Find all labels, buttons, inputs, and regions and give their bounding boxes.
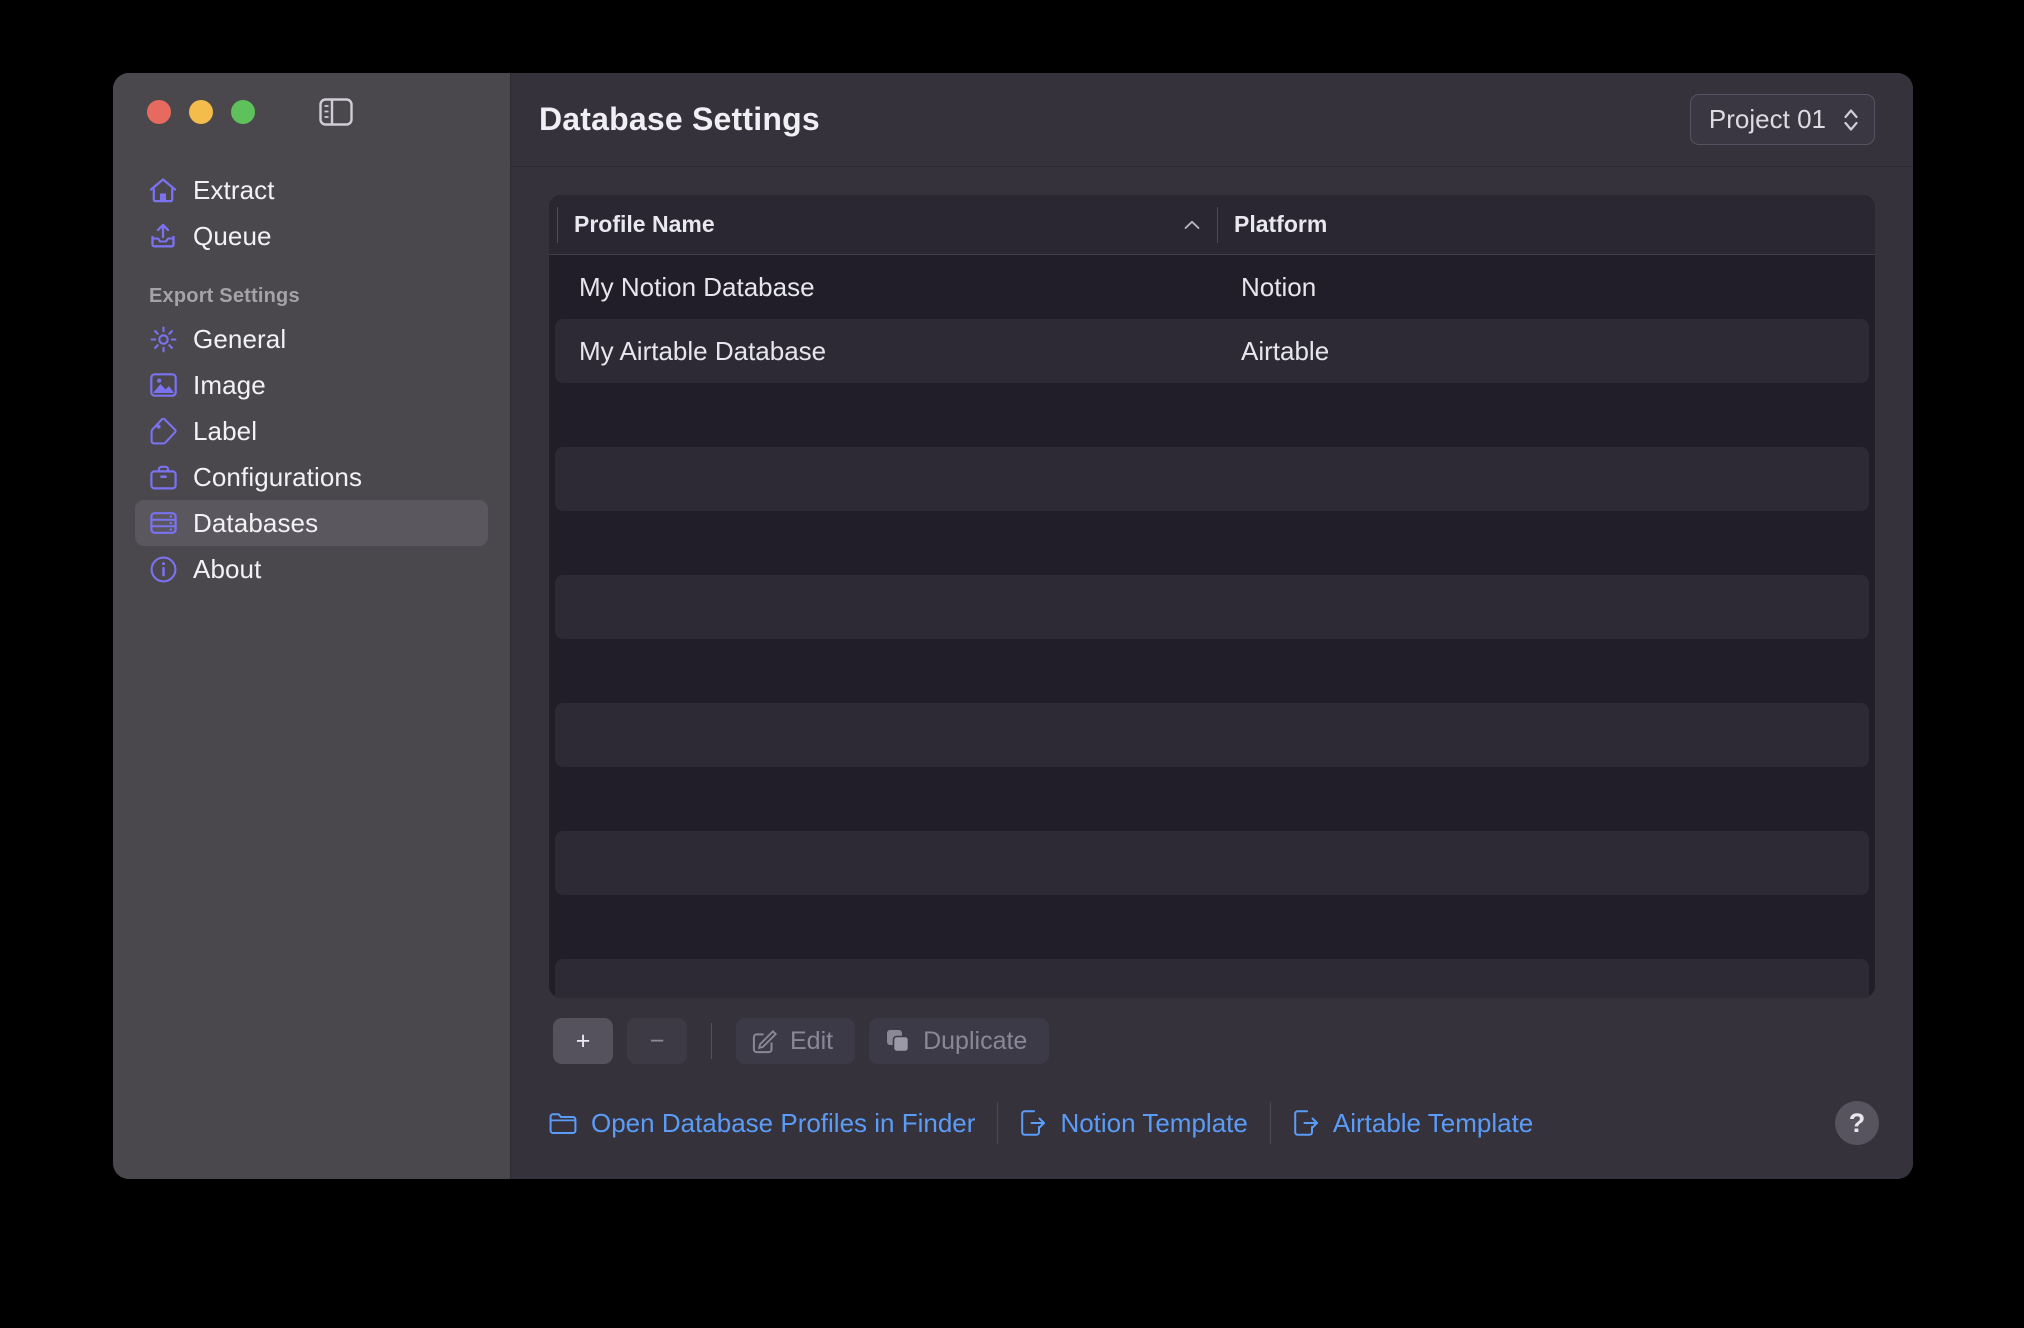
footer-divider [997, 1102, 999, 1144]
image-icon [149, 371, 177, 399]
footer-link-label: Notion Template [1060, 1107, 1248, 1138]
sidebar-item-label: Label [193, 415, 258, 446]
app-window: Extract Queue Export Settings General Im… [113, 73, 1913, 1179]
add-profile-button[interactable]: + [553, 1018, 613, 1064]
gear-icon [149, 325, 177, 353]
duplicate-button-label: Duplicate [923, 1026, 1028, 1055]
main-panel: Database Settings Project 01 Profile Nam… [511, 73, 1913, 1179]
column-header-profile-name[interactable]: Profile Name [557, 206, 1217, 243]
sidebar-nav: Extract Queue Export Settings General Im… [113, 151, 510, 592]
table-row[interactable]: My Airtable Database Airtable [555, 319, 1869, 383]
tag-icon [149, 417, 177, 445]
database-icon [149, 509, 177, 537]
content-area: Profile Name Platform My Notion Database [511, 167, 1913, 1067]
project-picker-value: Project 01 [1708, 104, 1826, 134]
table-row-empty [555, 959, 1869, 998]
folder-icon [549, 1111, 577, 1135]
table-row[interactable]: My Notion Database Notion [555, 255, 1869, 319]
database-profiles-table: Profile Name Platform My Notion Database [549, 195, 1875, 998]
close-button[interactable] [147, 100, 171, 124]
table-body[interactable]: My Notion Database Notion My Airtable Da… [549, 255, 1875, 998]
table-row-empty [555, 639, 1869, 703]
column-header-label: Profile Name [574, 211, 715, 237]
cell-profile-name: My Airtable Database [579, 335, 827, 366]
upload-tray-icon [149, 222, 177, 250]
table-row-empty [555, 767, 1869, 831]
footer-link-label: Airtable Template [1332, 1107, 1534, 1138]
sidebar-item-general[interactable]: General [135, 316, 488, 362]
zoom-button[interactable] [231, 100, 255, 124]
export-doc-icon [1293, 1109, 1319, 1137]
sidebar: Extract Queue Export Settings General Im… [113, 73, 511, 1179]
sidebar-item-label: Configurations [193, 461, 363, 492]
toolbar-divider [711, 1023, 712, 1059]
sidebar-item-queue[interactable]: Queue [135, 213, 488, 259]
sidebar-item-configurations[interactable]: Configurations [135, 454, 488, 500]
footer: Open Database Profiles in Finder Notion … [511, 1067, 1913, 1179]
sidebar-toggle-icon[interactable] [319, 98, 353, 126]
cell-platform: Notion [1241, 271, 1317, 302]
minimize-button[interactable] [189, 100, 213, 124]
project-picker[interactable]: Project 01 [1689, 94, 1875, 145]
table-row-empty [555, 831, 1869, 895]
edit-button-label: Edit [790, 1026, 834, 1055]
table-toolbar: + − Edit Duplicate [549, 998, 1875, 1064]
column-header-label: Platform [1234, 211, 1328, 237]
duplicate-button[interactable]: Duplicate [869, 1018, 1050, 1064]
sidebar-section-title: Export Settings [149, 285, 300, 307]
copy-icon [885, 1028, 911, 1054]
remove-profile-button[interactable]: − [627, 1018, 687, 1064]
help-button[interactable]: ? [1835, 1101, 1879, 1145]
sidebar-item-label: Extract [193, 174, 275, 205]
main-header: Database Settings Project 01 [511, 73, 1913, 167]
briefcase-icon [149, 463, 177, 491]
sidebar-item-databases[interactable]: Databases [135, 500, 488, 546]
chevron-up-down-icon [1842, 106, 1860, 134]
sidebar-item-label: General [193, 323, 287, 354]
sidebar-item-extract[interactable]: Extract [135, 167, 488, 213]
cell-profile-name: My Notion Database [579, 271, 815, 302]
notion-template-link[interactable]: Notion Template [1020, 1107, 1248, 1139]
table-row-empty [555, 703, 1869, 767]
footer-link-label: Open Database Profiles in Finder [591, 1107, 976, 1138]
minus-icon: − [649, 1026, 665, 1055]
sidebar-item-image[interactable]: Image [135, 362, 488, 408]
column-header-platform[interactable]: Platform [1217, 206, 1875, 243]
table-row-empty [555, 447, 1869, 511]
sidebar-item-label: About [193, 553, 262, 584]
sidebar-item-label: Image [193, 369, 266, 400]
airtable-template-link[interactable]: Airtable Template [1293, 1108, 1533, 1139]
sidebar-item-label: Queue [193, 220, 272, 251]
cell-platform: Airtable [1241, 335, 1330, 366]
table-row-empty [555, 575, 1869, 639]
pencil-square-icon [752, 1028, 778, 1054]
table-row-empty [555, 895, 1869, 959]
window-titlebar [113, 73, 510, 151]
help-button-label: ? [1848, 1107, 1866, 1138]
page-title: Database Settings [539, 101, 820, 137]
chevron-up-icon [1183, 219, 1201, 231]
open-database-profiles-in-finder-link[interactable]: Open Database Profiles in Finder [549, 1108, 975, 1139]
edit-button[interactable]: Edit [736, 1018, 856, 1064]
sidebar-item-label: Databases [193, 507, 319, 538]
info-circle-icon [149, 555, 177, 583]
sidebar-item-about[interactable]: About [135, 546, 488, 592]
table-row-empty [555, 511, 1869, 575]
export-doc-icon [1020, 1109, 1046, 1137]
table-header-row: Profile Name Platform [549, 195, 1875, 255]
sidebar-item-label[interactable]: Label [135, 408, 488, 454]
footer-divider [1269, 1102, 1271, 1144]
plus-icon: + [575, 1026, 591, 1055]
house-icon [149, 176, 177, 204]
table-row-empty [555, 383, 1869, 447]
